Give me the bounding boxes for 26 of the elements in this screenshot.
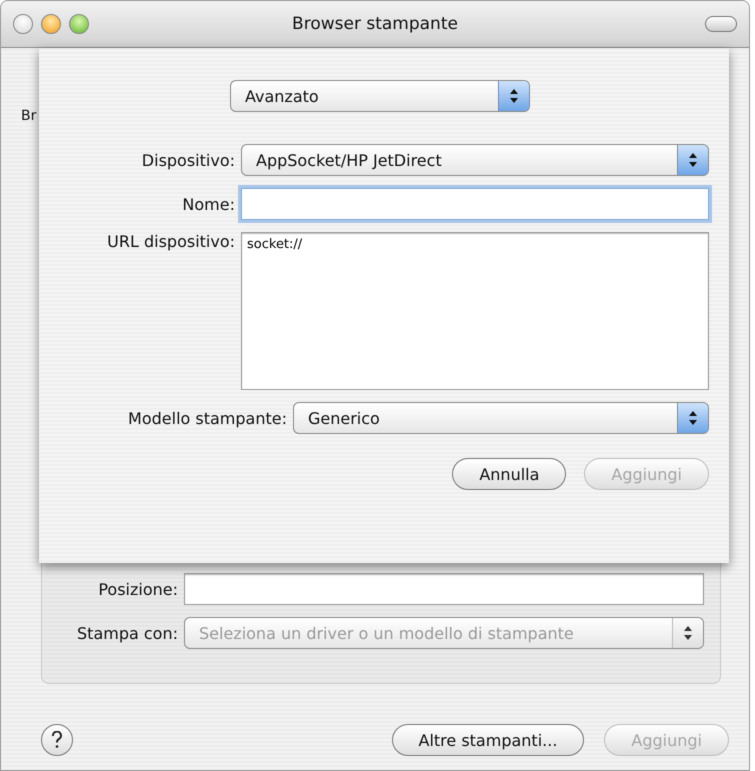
text-field[interactable] bbox=[184, 573, 704, 605]
help-button[interactable] bbox=[41, 724, 73, 756]
popup-arrows-icon bbox=[498, 81, 529, 111]
url-field[interactable]: socket:// bbox=[241, 232, 709, 390]
question-mark-icon bbox=[50, 731, 64, 749]
zoom-icon[interactable] bbox=[69, 14, 89, 34]
popup-arrows-icon bbox=[677, 145, 708, 175]
popup-arrows-icon bbox=[672, 618, 703, 648]
toolbar-toggle-icon[interactable] bbox=[705, 16, 737, 32]
field-label: URL dispositivo: bbox=[106, 232, 235, 251]
field-label: Posizione: bbox=[97, 580, 178, 598]
device-popup[interactable]: AppSocket/HP JetDirect bbox=[241, 144, 709, 176]
popup-arrows-icon bbox=[677, 403, 708, 433]
minimize-icon[interactable] bbox=[41, 14, 61, 34]
field-label: Dispositivo: bbox=[140, 150, 235, 170]
field-label: Modello stampante: bbox=[127, 408, 287, 428]
window-title: Browser stampante bbox=[292, 14, 458, 34]
mode-popup[interactable]: Avanzato bbox=[230, 80, 530, 112]
more-printers-button[interactable]: Altre stampanti... bbox=[392, 724, 584, 756]
name-field[interactable] bbox=[241, 188, 709, 220]
toolbar-label: Br bbox=[21, 108, 38, 124]
cancel-button[interactable]: Annulla bbox=[452, 458, 566, 490]
model-popup[interactable]: Generico bbox=[293, 402, 709, 434]
close-icon[interactable] bbox=[13, 14, 33, 34]
field-label: Nome: bbox=[181, 194, 235, 214]
field-label: Stampa con: bbox=[76, 624, 178, 642]
